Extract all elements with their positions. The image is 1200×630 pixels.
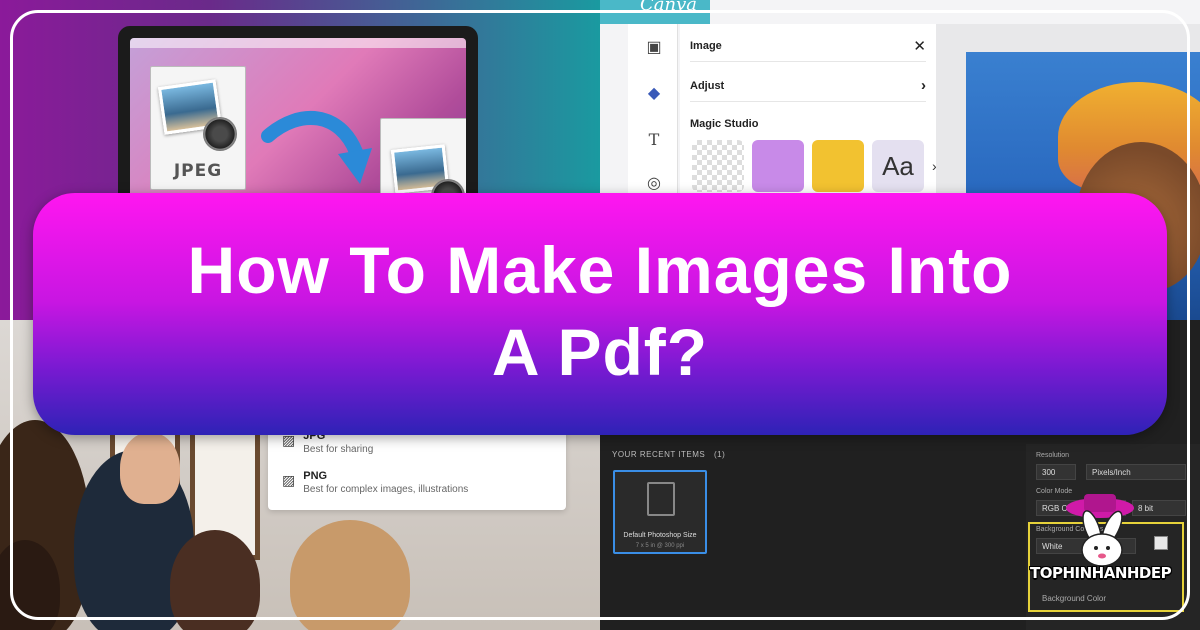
headline-line-2: A Pdf? [491,315,709,389]
brand-name: TOPHINHANHDEP [1030,564,1172,582]
bunny-mascot-icon [1066,494,1134,567]
recent-items-heading: YOUR RECENT ITEMS (1) [612,450,725,459]
person-face [120,432,180,504]
bg-remover-thumb[interactable] [692,140,744,192]
panel-adjust-label: Adjust [690,79,725,92]
recent-items-label: YOUR RECENT ITEMS [612,450,706,459]
canva-logo: Canva [640,0,697,15]
chevron-right-icon: › [921,77,926,94]
person [290,520,410,630]
text-icon[interactable]: T [644,130,664,150]
magic-studio-label: Magic Studio [690,118,759,130]
document-icon [647,482,675,516]
recent-item-title: Default Photoshop Size [623,532,697,539]
curved-arrow-icon [261,110,372,184]
layout-icon[interactable]: ▣ [644,38,664,58]
menu-item-desc: Best for complex images, illustrations [303,484,469,495]
brand-logo: TOPHINHANHDEP [1030,484,1172,594]
person [170,530,260,630]
mac-menubar [130,38,466,48]
grab-text-thumb[interactable]: Aa [872,140,924,192]
image-icon: ▨ [282,472,296,488]
magic-edit-thumb[interactable] [812,140,864,192]
close-icon[interactable]: ✕ [913,37,926,55]
canva-header: Canva [600,0,710,24]
panel-adjust-row[interactable]: Adjust › [690,70,926,102]
magic-grab-thumb[interactable] [752,140,804,192]
panel-magic-studio-row: Magic Studio [690,108,926,140]
menu-item-png[interactable]: ▨ PNG Best for complex images, illustrat… [282,470,468,506]
recent-item-card[interactable]: Default Photoshop Size 7 x 5 in @ 300 pp… [613,470,707,554]
apps-icon[interactable]: ◎ [644,174,664,194]
jpeg-file-label: JPEG [173,161,223,181]
menu-item-title: PNG [303,470,328,482]
magic-studio-thumbnails: Aa › [692,140,937,192]
headline: How To Make Images Into A Pdf? [33,229,1167,393]
title-banner: How To Make Images Into A Pdf? [33,193,1167,435]
headline-line-1: How To Make Images Into [187,233,1013,307]
resolution-input[interactable]: 300 [1036,464,1076,480]
resolution-unit-select[interactable]: Pixels/Inch [1086,464,1186,480]
panel-image-label: Image [690,39,722,52]
menu-item-desc: Best for sharing [303,444,374,455]
menu-item-jpg[interactable]: ▨ JPG Best for sharing [282,430,373,466]
recent-item-size: 7 x 5 in @ 300 ppi [635,543,685,549]
recent-items-count: (1) [713,450,726,459]
magnifier-icon [203,117,237,151]
elements-icon[interactable]: ◆ [644,84,664,104]
resolution-label: Resolution [1036,452,1070,459]
panel-image-row: Image ✕ [690,30,926,62]
jpeg-file-icon: JPEG [150,66,246,190]
